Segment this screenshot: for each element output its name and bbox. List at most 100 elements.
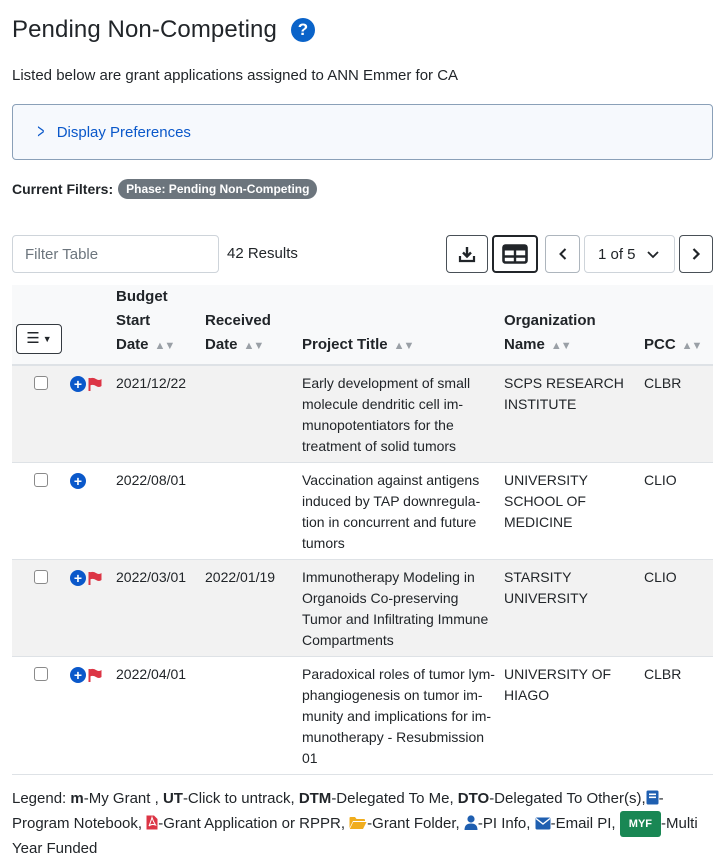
flag-icon[interactable] [88, 377, 102, 391]
row-checkbox[interactable] [34, 473, 48, 487]
grants-table: ☰ ▼ Budget Start Date ▲▼ Received Date ▲▼ P… [12, 285, 713, 775]
cell-organization: UNIVERSITY SCHOOL OF MEDICINE [504, 462, 644, 560]
sort-icon[interactable]: ▲▼ [394, 340, 415, 352]
header-label: Date [116, 336, 149, 353]
table-toolbar: 42 Results 1 of 5 [12, 235, 713, 273]
flag-icon[interactable] [88, 571, 102, 585]
row-checkbox[interactable] [34, 570, 48, 584]
cell-received [205, 656, 302, 775]
flag-icon[interactable] [88, 668, 102, 682]
column-menu-button[interactable]: ☰ ▼ [16, 324, 62, 354]
legend-text: -Grant Folder, [367, 815, 460, 832]
cell-pcc: CLBR [644, 656, 713, 775]
sort-icon[interactable]: ▲▼ [551, 340, 572, 352]
cell-organization: SCPS RESEARCH INSTITUTE [504, 365, 644, 463]
legend-text: -My Grant , [83, 790, 159, 807]
legend-text: -Click to untrack, [182, 790, 295, 807]
display-preferences-toggle[interactable]: > Display Preferences [12, 104, 713, 160]
cell-budget-start: 2022/08/01 [116, 462, 205, 560]
header-label: Project Title [302, 336, 388, 353]
table-view-button[interactable] [492, 235, 538, 273]
cell-project-title: Paradoxical roles of tumor lym-phangioge… [302, 656, 504, 775]
legend: Legend: m-My Grant , UT-Click to untrack… [12, 787, 713, 861]
table-row: + 2022/08/01 Vaccination against antigen… [12, 462, 713, 560]
expand-row-icon[interactable]: + [70, 667, 86, 683]
cell-budget-start: 2022/04/01 [116, 656, 205, 775]
cell-received: 2022/01/19 [205, 559, 302, 657]
icons-header [70, 285, 116, 366]
header-project-title[interactable]: Project Title ▲▼ [302, 285, 504, 366]
envelope-icon [535, 817, 551, 830]
download-button[interactable] [446, 235, 488, 273]
cell-project-title: Early development of small molecule dend… [302, 365, 504, 463]
legend-text: -Grant Application or RPPR, [158, 815, 345, 832]
chevron-right-icon [692, 248, 701, 260]
table-icon [502, 244, 528, 264]
cell-organization: STARSITY UNIVERSITY [504, 559, 644, 657]
cell-received [205, 365, 302, 463]
header-organization-name[interactable]: Organization Name ▲▼ [504, 285, 644, 366]
cell-pcc: CLIO [644, 462, 713, 560]
cell-organization: UNIVERSITY OF HIAGO [504, 656, 644, 775]
sort-icon[interactable]: ▲▼ [244, 340, 265, 352]
folder-icon [349, 817, 367, 829]
header-pcc[interactable]: PCC ▲▼ [644, 285, 713, 366]
chevron-left-icon [558, 248, 566, 260]
legend-text: -PI Info, [477, 815, 531, 832]
table-header-row: ☰ ▼ Budget Start Date ▲▼ Received Date ▲▼ P… [12, 285, 713, 366]
filter-badge: Phase: Pending Non-Competing [118, 179, 318, 199]
next-page-button[interactable] [679, 235, 713, 273]
legend-key: m [70, 790, 84, 807]
download-icon [458, 247, 476, 263]
header-label: Organization [504, 312, 596, 329]
header-received-date[interactable]: Received Date ▲▼ [205, 285, 302, 366]
header-label: Received [205, 312, 271, 329]
column-menu-header: ☰ ▼ [12, 285, 70, 366]
page-select[interactable]: 1 of 5 [584, 235, 675, 273]
cell-received [205, 462, 302, 560]
current-filters: Current Filters: Phase: Pending Non-Comp… [12, 179, 318, 199]
cell-budget-start: 2021/12/22 [116, 365, 205, 463]
cell-pcc: CLBR [644, 365, 713, 463]
legend-key: DTO [457, 790, 490, 807]
page-intro: Listed below are grant applications assi… [12, 67, 459, 84]
legend-prefix: Legend: [12, 790, 67, 807]
myf-badge: MYF [619, 811, 662, 837]
header-label: Date [205, 336, 238, 353]
legend-text: -Delegated To Other(s), [489, 790, 646, 807]
filter-table-input[interactable] [12, 235, 219, 273]
table-row: + 2022/04/01 Paradoxical roles of tumor … [12, 656, 713, 775]
row-checkbox[interactable] [34, 667, 48, 681]
current-filters-label: Current Filters: [12, 181, 114, 197]
sort-icon[interactable]: ▲▼ [155, 340, 176, 352]
expand-row-icon[interactable]: + [70, 376, 86, 392]
expand-row-icon[interactable]: + [70, 473, 86, 489]
chevron-right-icon: > [37, 120, 45, 143]
display-preferences-label: Display Preferences [56, 123, 191, 141]
sort-icon[interactable]: ▲▼ [682, 340, 703, 352]
page-select-value: 1 of 5 [598, 245, 636, 263]
pdf-icon [146, 815, 158, 830]
header-label: Name [504, 336, 545, 353]
cell-budget-start: 2022/03/01 [116, 559, 205, 657]
table-row: + 2022/03/01 2022/01/19 Immunotherapy Mo… [12, 559, 713, 657]
row-checkbox[interactable] [34, 376, 48, 390]
notebook-icon [646, 790, 659, 805]
header-budget-start-date[interactable]: Budget Start Date ▲▼ [116, 285, 205, 366]
cell-project-title: Immunotherapy Modeling in Organoids Co-p… [302, 559, 504, 657]
header-label: Budget [116, 288, 168, 305]
legend-key: UT [162, 790, 183, 807]
help-icon[interactable]: ? [290, 18, 315, 42]
cell-project-title: Vaccination against antigens induced by … [302, 462, 504, 560]
legend-text: -Delegated To Me, [331, 790, 454, 807]
previous-page-button[interactable] [545, 235, 580, 273]
chevron-down-icon [647, 251, 659, 259]
table-row: + 2021/12/22 Early development of small … [12, 365, 713, 463]
expand-row-icon[interactable]: + [70, 570, 86, 586]
legend-key: DTM [298, 790, 332, 807]
cell-pcc: CLIO [644, 559, 713, 657]
legend-text: -Email PI, [550, 815, 616, 832]
results-count: 42 Results [227, 245, 298, 262]
header-label: PCC [644, 336, 676, 353]
header-label: Start [116, 312, 151, 329]
